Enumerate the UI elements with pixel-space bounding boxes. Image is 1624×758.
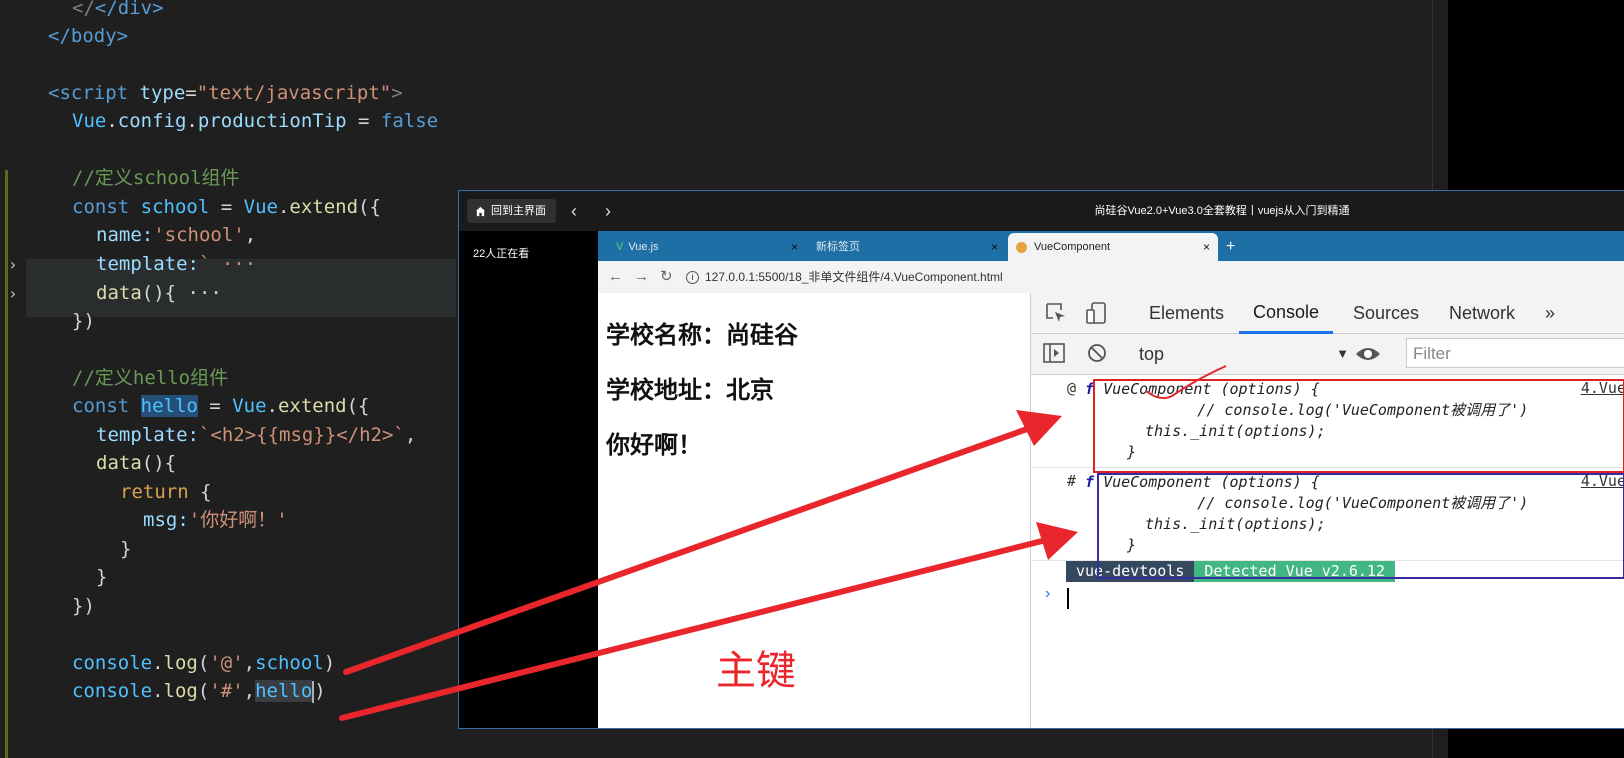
log-line: } <box>1127 443 1137 461</box>
devtools-tab-bar: Elements Console Sources Network » <box>1031 293 1624 334</box>
code-line: const hello = Vue.extend({ <box>72 395 370 417</box>
vue-devtools-badge: vue-devtools Detected Vue v2.6.12 <box>1066 561 1395 582</box>
code-line: console.log('@',school) <box>72 652 336 674</box>
log-line: f VueComponent (options) { <box>1085 380 1320 398</box>
reload-icon[interactable]: ↻ <box>660 261 673 293</box>
tab-label: VueComponent <box>1034 241 1111 253</box>
code-line: }) <box>72 310 95 332</box>
code-line: <script type="text/javascript"> <box>48 82 403 104</box>
dropdown-arrow-icon: ▼ <box>1336 346 1349 361</box>
code-line: const school = Vue.extend({ <box>72 196 381 218</box>
console-input[interactable] <box>1067 588 1069 609</box>
log-line: // console.log('VueComponent被调用了') <box>1107 494 1529 512</box>
more-tabs-icon[interactable]: » <box>1545 293 1555 333</box>
browser-tab-strip: V Vue.js × 新标签页 × VueComponent × + <box>598 231 1624 261</box>
tab-elements[interactable]: Elements <box>1149 293 1224 333</box>
log-prefix: # <box>1067 472 1077 490</box>
source-link[interactable]: 4.Vue <box>1581 472 1624 490</box>
log-line: this._init(options); <box>1145 422 1326 440</box>
filter-input[interactable]: Filter <box>1406 338 1624 368</box>
inspect-element-icon[interactable] <box>1045 302 1067 324</box>
code-line: return { <box>120 481 212 503</box>
vue-logo-icon: V <box>616 241 624 253</box>
school-name-heading: 学校名称：尚硅谷 <box>606 321 798 349</box>
code-line: msg:'你好啊！' <box>143 509 288 531</box>
chevron-right-icon[interactable]: › <box>8 279 18 308</box>
code-line: </</div> <box>72 0 164 19</box>
log-prefix: @ <box>1067 379 1077 397</box>
code-line: }) <box>72 595 95 617</box>
close-tab-icon[interactable]: × <box>791 233 798 261</box>
video-player-window: 回到主界面 ‹ › 尚硅谷Vue2.0+Vue3.0全套教程丨vuejs从入门到… <box>458 190 1624 729</box>
code-line: data(){ <box>96 452 177 474</box>
eye-icon[interactable] <box>1355 345 1381 363</box>
browser-tab-active[interactable]: VueComponent × <box>1008 233 1218 261</box>
console-toolbar: top ▼ Filter <box>1031 334 1624 375</box>
source-link[interactable]: 4.Vue <box>1581 379 1624 397</box>
code-line: template:` ··· <box>96 253 257 275</box>
badge-left: vue-devtools <box>1066 561 1195 582</box>
device-toolbar-icon[interactable] <box>1085 301 1107 325</box>
log-line: } <box>1127 536 1137 554</box>
code-line: } <box>120 538 132 560</box>
close-tab-icon[interactable]: × <box>991 233 998 261</box>
tab-network[interactable]: Network <box>1449 293 1515 333</box>
code-line: </body> <box>48 25 129 47</box>
back-icon[interactable]: ← <box>608 261 623 293</box>
browser-window: V Vue.js × 新标签页 × VueComponent × + ← → ↻ … <box>598 231 1624 728</box>
code-line: template:`<h2>{{msg}}</h2>`, <box>96 424 417 446</box>
tab-console[interactable]: Console <box>1239 293 1334 334</box>
new-tab-button[interactable]: + <box>1226 233 1235 261</box>
console-entry: # f VueComponent (options) { // console.… <box>1031 468 1624 561</box>
badge-right: Detected Vue v2.6.12 <box>1194 561 1395 582</box>
tab-sources[interactable]: Sources <box>1353 293 1419 333</box>
player-titlebar: 回到主界面 ‹ › 尚硅谷Vue2.0+Vue3.0全套教程丨vuejs从入门到… <box>459 191 1624 231</box>
forward-icon[interactable]: → <box>634 261 649 293</box>
url-field[interactable]: i 127.0.0.1:5500/18_非单文件组件/4.VueComponent… <box>686 268 1003 286</box>
code-line: data(){ ··· <box>96 282 222 304</box>
browser-tab[interactable]: 新标签页 × <box>816 233 1006 261</box>
rendered-page: 学校名称：尚硅谷 学校地址：北京 你好啊！ 主键 <box>598 293 1030 728</box>
code-line: name:'school', <box>96 224 257 246</box>
log-line: // console.log('VueComponent被调用了') <box>1107 401 1529 419</box>
tab-label: Vue.js <box>628 241 659 253</box>
clear-console-icon[interactable] <box>1087 343 1107 363</box>
browser-tab[interactable]: V Vue.js × <box>616 233 806 261</box>
viewer-count: 22人正在看 <box>473 248 530 260</box>
code-line: } <box>96 566 108 588</box>
log-line: this._init(options); <box>1145 515 1326 533</box>
code-line: console.log('#',hello) <box>72 680 326 703</box>
url-text: 127.0.0.1:5500/18_非单文件组件/4.VueComponent.… <box>705 270 1003 284</box>
chevron-right-icon[interactable]: › <box>8 250 18 279</box>
school-address-heading: 学校地址：北京 <box>606 376 774 404</box>
hello-heading: 你好啊！ <box>606 431 702 459</box>
code-line: Vue.config.productionTip = false <box>72 110 439 132</box>
context-select[interactable]: top ▼ <box>1139 342 1359 366</box>
info-icon: i <box>686 271 699 285</box>
console-entry: @ f VueComponent (options) { // console.… <box>1031 375 1624 468</box>
video-title: 尚硅谷Vue2.0+Vue3.0全套教程丨vuejs从入门到精通 <box>1094 205 1350 217</box>
code-line: //定义hello组件 <box>72 367 229 389</box>
context-value: top <box>1139 344 1165 364</box>
globe-icon <box>1016 241 1027 253</box>
handwritten-annotation: 主键 <box>716 648 796 694</box>
address-bar: ← → ↻ i 127.0.0.1:5500/18_非单文件组件/4.VueCom… <box>598 261 1624 294</box>
tab-label: 新标签页 <box>816 241 860 253</box>
log-line: f VueComponent (options) { <box>1085 473 1320 491</box>
devtools-panel: Elements Console Sources Network » top ▼ … <box>1030 293 1624 728</box>
sidebar-toggle-icon[interactable] <box>1043 343 1065 363</box>
console-prompt-icon: › <box>1045 585 1051 602</box>
close-tab-icon[interactable]: × <box>1203 233 1210 261</box>
code-line: //定义school组件 <box>72 167 240 189</box>
